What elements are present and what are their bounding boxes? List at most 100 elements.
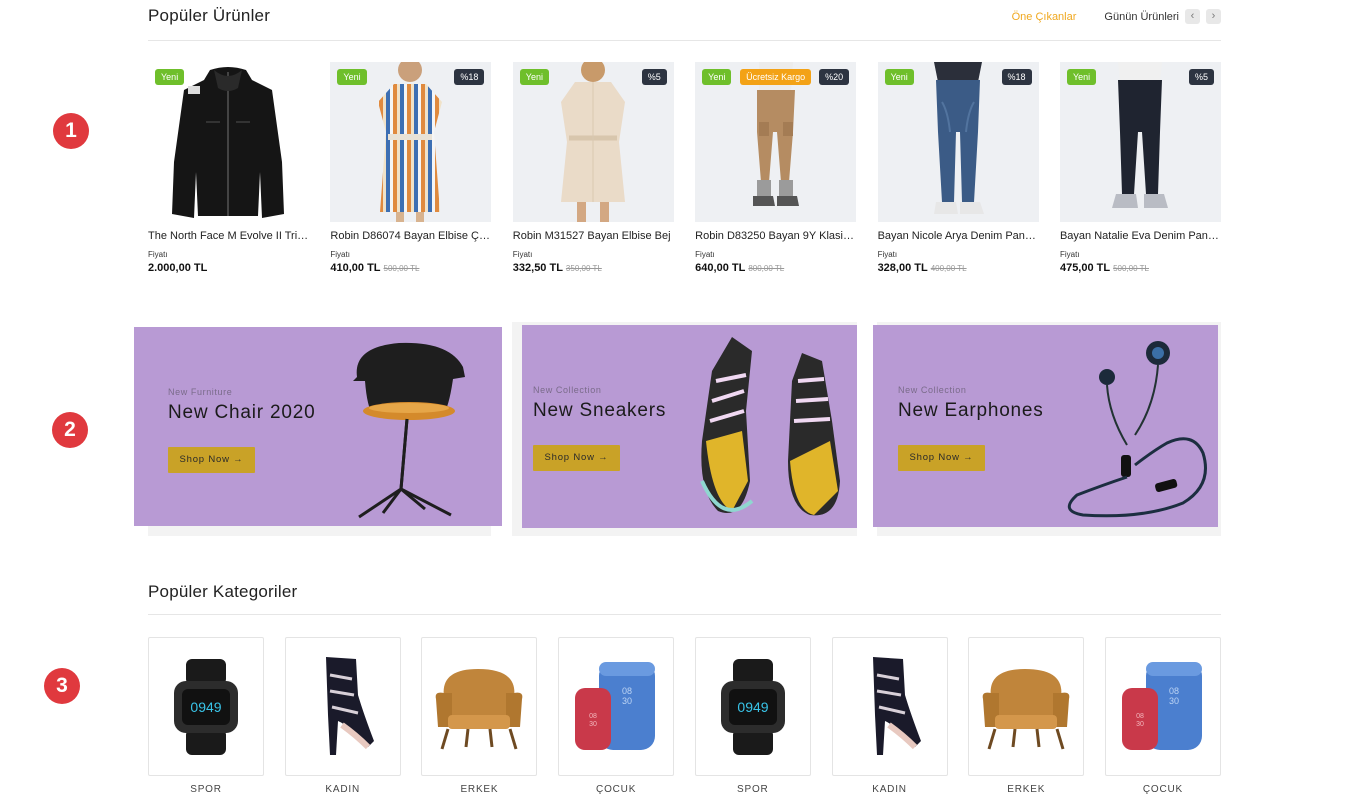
product-name[interactable]: Robin D86074 Bayan Elbise Çizgili [330,230,491,242]
product-image[interactable]: Yeni %18 [330,62,492,222]
black-jeans-icon [1111,62,1168,208]
price-label: Fiyatı [877,250,898,259]
product-card[interactable]: Yeni %18 Bayan Nicole Arya Denim Pantolo… [877,62,1039,274]
product-name[interactable]: Robin M31527 Bayan Elbise Bej [513,230,674,242]
category-grid: 0949 SPOR KADIN ERKEK 08 30 08 30 ÇOCUK … [148,637,1221,795]
tab-featured[interactable]: Öne Çıkanlar [1012,11,1077,23]
old-price: 500,00 TL [1113,264,1149,273]
tab-daily-products[interactable]: Günün Ürünleri [1104,11,1179,23]
badge-discount: %18 [454,69,485,85]
product-name[interactable]: Bayan Nicole Arya Denim Pantolon [878,230,1039,242]
category-item[interactable]: ERKEK [968,637,1085,795]
product-card[interactable]: Yeni The North Face M Evolve II Triclima… [148,62,309,274]
svg-text:08: 08 [1169,686,1179,696]
category-image[interactable]: 08 30 08 30 [558,637,675,776]
category-image[interactable] [831,637,948,776]
product-price: 640,00 TL 800,00 TL [695,262,856,274]
category-label[interactable]: SPOR [695,784,811,795]
product-name[interactable]: Bayan Natalie Eva Denim Pantolon [1060,230,1221,242]
category-label[interactable]: ERKEK [421,784,537,795]
banner-subtitle: New Collection [898,385,967,395]
banner-earphones[interactable]: New Collection New Earphones Shop Now → [873,325,1218,527]
category-label[interactable]: ERKEK [968,784,1084,795]
product-price: 410,00 TL 500,00 TL [330,262,491,274]
price-label: Fiyatı [148,250,168,259]
current-price: 475,00 TL [1059,262,1111,274]
banner-subtitle: New Collection [533,385,602,395]
product-card[interactable]: Yeni %5 Robin M31527 Bayan Elbise Bej Fi… [512,62,674,274]
product-card[interactable]: Yeni Ücretsiz Kargo %20 Robin D83250 Bay… [695,62,857,274]
speakers-icon: 08 30 08 30 [575,661,656,750]
sneakers-icon [700,337,840,516]
svg-text:30: 30 [589,721,597,728]
category-image[interactable]: 0949 [694,637,811,776]
speakers-icon: 08 30 08 30 [1121,661,1202,750]
category-item[interactable]: KADIN [831,637,948,795]
category-item[interactable]: 0949 SPOR [694,637,811,795]
category-item[interactable]: 08 30 08 30 ÇOCUK [1104,637,1221,795]
product-image[interactable]: Yeni %5 [1059,62,1221,222]
badge-new: Yeni [1066,69,1097,85]
svg-text:30: 30 [1136,721,1144,728]
category-label[interactable]: ÇOCUK [558,784,674,795]
old-price: 400,00 TL [930,264,967,273]
category-label[interactable]: SPOR [148,784,264,795]
next-arrow-icon[interactable]: › [1206,9,1221,24]
category-item[interactable]: KADIN [284,637,401,795]
chair-icon [353,342,465,519]
category-label[interactable]: KADIN [832,784,948,795]
jacket-icon [172,67,284,218]
category-item[interactable]: 08 30 08 30 ÇOCUK [558,637,675,795]
banner-sneakers[interactable]: New Collection New Sneakers Shop Now → [522,325,857,528]
product-image[interactable]: Yeni Ücretsiz Kargo %20 [695,62,857,222]
price-label: Fiyatı [695,250,715,259]
category-image[interactable]: 0949 [148,637,264,776]
category-item[interactable]: 0949 SPOR [148,637,264,795]
svg-text:0949: 0949 [737,699,768,715]
category-image[interactable]: 08 30 08 30 [1104,637,1221,776]
cargo-pants-icon [753,62,800,206]
badge-new: Yeni [155,69,185,85]
svg-text:0949: 0949 [190,699,221,715]
svg-text:08: 08 [622,686,632,696]
badge-discount: %5 [641,69,667,85]
product-carousel: Yeni The North Face M Evolve II Triclima… [148,62,1221,274]
badge-discount: %18 [1001,69,1032,85]
current-price: 640,00 TL [695,262,746,274]
product-price: 332,50 TL 350,00 TL [513,262,674,274]
current-price: 410,00 TL [330,262,381,274]
banner-title: New Earphones [898,400,1044,421]
shop-now-button[interactable]: Shop Now → [898,445,985,471]
old-price: 500,00 TL [383,264,420,273]
product-name[interactable]: The North Face M Evolve II Triclimate Ce… [148,230,309,242]
price-label: Fiyatı [512,250,533,259]
category-image[interactable] [968,637,1085,776]
shop-now-button[interactable]: Shop Now → [168,447,255,473]
current-price: 2.000,00 TL [148,262,208,274]
category-image[interactable] [421,637,538,776]
product-name[interactable]: Robin D83250 Bayan 9Y Klasik Pantolon [695,230,856,242]
category-image[interactable] [284,637,401,776]
category-label[interactable]: ÇOCUK [1105,784,1221,795]
product-image[interactable]: Yeni %5 [512,62,674,222]
armchair-icon [982,668,1070,749]
category-item[interactable]: ERKEK [421,637,538,795]
category-label[interactable]: KADIN [285,784,401,795]
product-image[interactable]: Yeni [148,62,309,222]
product-card[interactable]: Yeni %5 Bayan Natalie Eva Denim Pantolon… [1059,62,1221,274]
price-label: Fiyatı [1059,250,1080,259]
old-price: 800,00 TL [748,264,785,273]
prev-arrow-icon[interactable]: ‹ [1185,9,1200,24]
product-card[interactable]: Yeni %18 Robin D86074 Bayan Elbise Çizgi… [330,62,492,274]
popular-categories-title: Popüler Kategoriler [148,582,298,601]
product-image[interactable]: Yeni %18 [877,62,1039,222]
banner-subtitle: New Furniture [168,387,233,397]
smartwatch-icon: 0949 [174,658,238,755]
shop-now-button[interactable]: Shop Now → [533,445,620,471]
badge-new: Yeni [884,69,914,85]
denim-jeans-icon [933,62,984,214]
high-heel-boot-icon [325,656,374,755]
banner-chair[interactable]: New Furniture New Chair 2020 Shop Now → [134,327,502,526]
svg-text:08: 08 [1136,713,1144,720]
badge-discount: %5 [1188,69,1214,85]
